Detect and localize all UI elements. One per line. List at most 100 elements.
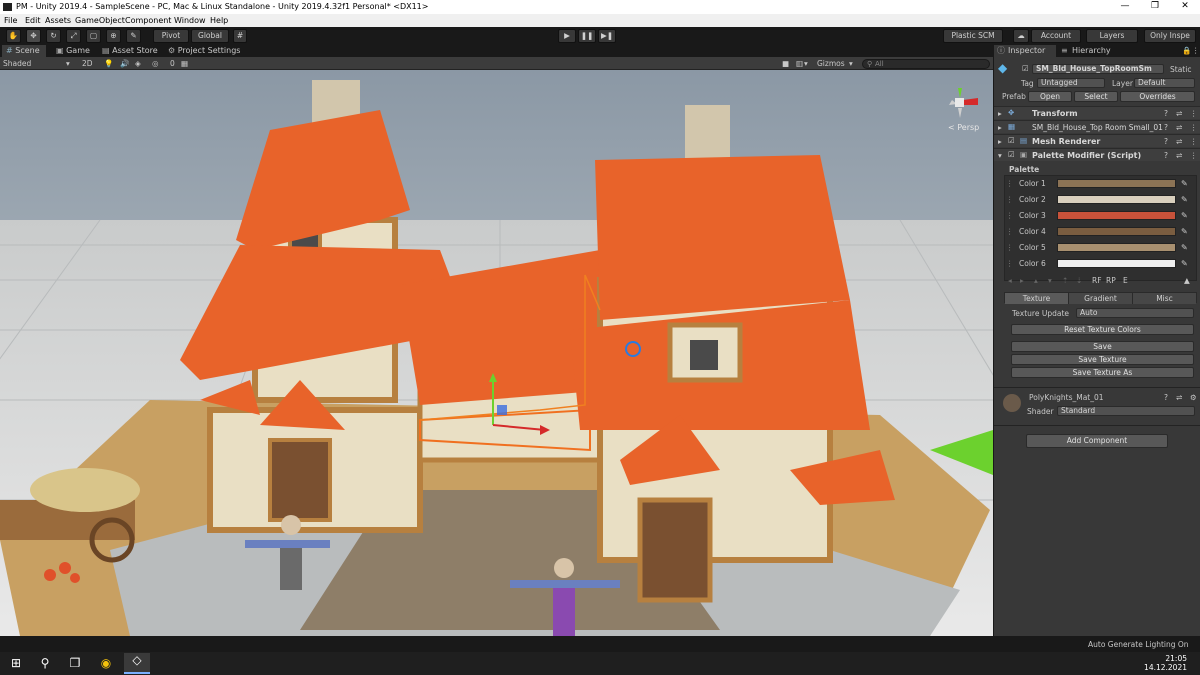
component-mesh-filter[interactable]: ▸ ▦ SM_Bld_House_Top Room Small_01 ? ⇌ ⋮: [994, 120, 1200, 133]
palette-color-row[interactable]: ⋮ Color 1 ✎: [994, 177, 1200, 191]
render-mode-icon[interactable]: ▥: [796, 59, 803, 68]
foldout-arrow-icon[interactable]: ▸: [998, 137, 1002, 146]
arrow-right-icon[interactable]: ▸: [1020, 276, 1024, 285]
tab-hierarchy[interactable]: ≡ Hierarchy: [1058, 45, 1118, 57]
save-texture-as-button[interactable]: Save Texture As: [1011, 367, 1194, 378]
component-mesh-renderer[interactable]: ▸ ☑ ▤ Mesh Renderer ? ⇌ ⋮: [994, 134, 1200, 147]
color-swatch-4[interactable]: [1057, 227, 1176, 236]
tab-scene[interactable]: # Scene: [2, 45, 46, 57]
color-swatch-6[interactable]: [1057, 259, 1176, 268]
reset-texture-colors-button[interactable]: Reset Texture Colors: [1011, 324, 1194, 335]
tab-asset-store[interactable]: ▤ Asset Store: [98, 45, 158, 57]
rect-tool-icon[interactable]: ▢: [86, 29, 101, 43]
drag-handle-icon[interactable]: ⋮: [1006, 179, 1014, 188]
search-icon[interactable]: ⚲: [38, 656, 52, 670]
layout-dropdown[interactable]: Only Inspe: [1144, 29, 1196, 43]
palette-color-row[interactable]: ⋮ Color 5 ✎: [994, 241, 1200, 255]
static-toggle[interactable]: Static: [1170, 65, 1191, 74]
gizmos-dropdown[interactable]: Gizmos: [817, 59, 845, 68]
component-menu-icon[interactable]: ⋮: [1190, 137, 1198, 146]
arrow-up-icon[interactable]: ▴: [1034, 276, 1038, 285]
play-button[interactable]: ▶: [558, 29, 576, 43]
tag-dropdown[interactable]: Untagged: [1037, 78, 1105, 88]
minimize-button[interactable]: —: [1110, 0, 1140, 14]
menu-component[interactable]: Component: [125, 16, 171, 25]
system-clock[interactable]: 21:05 14.12.2021: [1144, 654, 1187, 672]
tab-project-settings[interactable]: ⚙ Project Settings: [164, 45, 240, 57]
palette-color-row[interactable]: ⋮ Color 3 ✎: [994, 209, 1200, 223]
prefab-overrides-dropdown[interactable]: Overrides: [1120, 91, 1195, 102]
settings-icon[interactable]: ⇌: [1176, 109, 1182, 118]
help-icon[interactable]: ?: [1164, 123, 1168, 132]
inspector-menu-icon[interactable]: ⋮: [1192, 46, 1200, 55]
unity-taskbar-icon[interactable]: ◇: [124, 653, 150, 674]
foldout-arrow-icon[interactable]: ▸: [998, 109, 1002, 118]
menu-edit[interactable]: Edit: [25, 16, 41, 25]
move-up-icon[interactable]: ⇡: [1062, 276, 1068, 285]
custom-tool-icon[interactable]: ✎: [126, 29, 141, 43]
scene-render[interactable]: < Persp: [0, 70, 993, 636]
palette-color-row[interactable]: ⋮ Color 2 ✎: [994, 193, 1200, 207]
lighting-toggle-icon[interactable]: 💡: [104, 59, 113, 68]
move-down-icon[interactable]: ⇣: [1076, 276, 1082, 285]
persp-label[interactable]: < Persp: [948, 123, 979, 132]
eyedropper-icon[interactable]: ✎: [1181, 179, 1190, 188]
component-menu-icon[interactable]: ⋮: [1190, 151, 1198, 160]
maximize-button[interactable]: ❐: [1140, 0, 1170, 14]
color-swatch-3[interactable]: [1057, 211, 1176, 220]
prefab-open-button[interactable]: Open: [1028, 91, 1072, 102]
gear-icon[interactable]: ⚙: [1190, 393, 1197, 402]
foldout-arrow-icon[interactable]: ▸: [998, 123, 1002, 132]
e-button[interactable]: E: [1123, 276, 1128, 285]
shading-mode-dropdown[interactable]: Shaded: [3, 59, 31, 68]
layer-dropdown[interactable]: Default: [1134, 78, 1195, 88]
arrow-left-icon[interactable]: ◂: [1008, 276, 1012, 285]
windows-start-icon[interactable]: ⊞: [9, 656, 23, 670]
move-tool-icon[interactable]: ✥: [26, 29, 41, 43]
foldout-open-arrow-icon[interactable]: ▾: [998, 151, 1002, 160]
eyedropper-icon[interactable]: ✎: [1181, 211, 1190, 220]
inspector-lock-icon[interactable]: 🔒: [1182, 46, 1191, 55]
visibility-icon[interactable]: ◎: [152, 59, 159, 68]
settings-icon[interactable]: ⇌: [1176, 137, 1182, 146]
shading-dropdown-arrow-icon[interactable]: ▾: [66, 59, 70, 68]
eyedropper-icon[interactable]: ✎: [1181, 243, 1190, 252]
scale-tool-icon[interactable]: ⤢: [66, 29, 81, 43]
rotate-tool-icon[interactable]: ↻: [46, 29, 61, 43]
palette-color-row[interactable]: ⋮ Color 6 ✎: [994, 257, 1200, 271]
settings-icon[interactable]: ⇌: [1176, 123, 1182, 132]
save-texture-button[interactable]: Save Texture: [1011, 354, 1194, 365]
task-view-icon[interactable]: ❐: [68, 656, 82, 670]
arrow-down-icon[interactable]: ▾: [1048, 276, 1052, 285]
menu-assets[interactable]: Assets: [45, 16, 71, 25]
tab-game[interactable]: ▣ Game: [52, 45, 92, 57]
drag-handle-icon[interactable]: ⋮: [1006, 227, 1014, 236]
plastic-scm-button[interactable]: Plastic SCM: [943, 29, 1003, 43]
cloud-icon[interactable]: ☁: [1013, 29, 1029, 43]
menu-window[interactable]: Window: [174, 16, 206, 25]
help-icon[interactable]: ?: [1164, 393, 1168, 402]
drag-handle-icon[interactable]: ⋮: [1006, 243, 1014, 252]
rf-button[interactable]: RF: [1092, 276, 1102, 285]
drag-handle-icon[interactable]: ⋮: [1006, 195, 1014, 204]
tab-inspector[interactable]: ⓘ Inspector: [994, 45, 1056, 57]
layers-dropdown[interactable]: Layers: [1086, 29, 1138, 43]
scene-viewport[interactable]: < Persp: [0, 70, 993, 636]
rp-button[interactable]: RP: [1106, 276, 1116, 285]
menu-help[interactable]: Help: [210, 16, 228, 25]
object-name-field[interactable]: SM_Bld_House_TopRoomSm: [1032, 64, 1164, 74]
color-swatch-1[interactable]: [1057, 179, 1176, 188]
menu-gameobject[interactable]: GameObject: [75, 16, 125, 25]
transform-tool-icon[interactable]: ⊕: [106, 29, 121, 43]
add-component-button[interactable]: Add Component: [1026, 434, 1168, 448]
shader-dropdown[interactable]: Standard: [1057, 406, 1195, 416]
save-button[interactable]: Save: [1011, 341, 1194, 352]
collapse-palette-icon[interactable]: ▲: [1184, 276, 1190, 285]
palette-color-row[interactable]: ⋮ Color 4 ✎: [994, 225, 1200, 239]
grid-snap-icon[interactable]: #: [233, 29, 247, 43]
effects-toggle-icon[interactable]: ◈: [135, 59, 141, 68]
mode-texture-tab[interactable]: Texture: [1005, 293, 1069, 304]
mode-gradient-tab[interactable]: Gradient: [1069, 293, 1133, 304]
eyedropper-icon[interactable]: ✎: [1181, 227, 1190, 236]
enabled-checkbox[interactable]: ☑: [1008, 150, 1015, 159]
